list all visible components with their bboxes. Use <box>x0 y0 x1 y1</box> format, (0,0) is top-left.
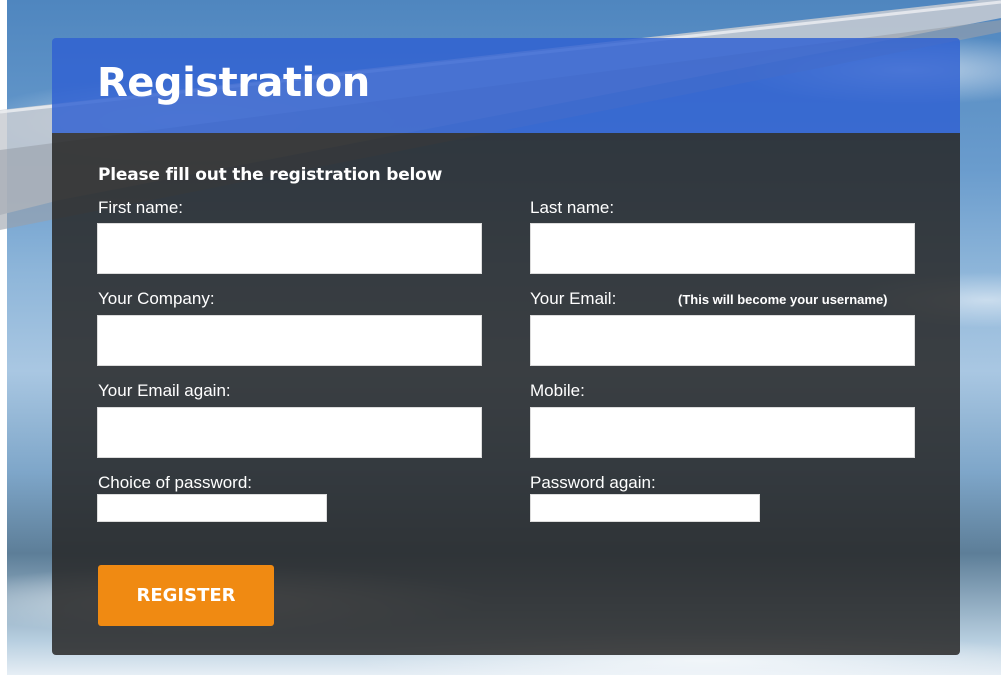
company-field[interactable] <box>97 315 482 366</box>
password-field[interactable] <box>97 494 327 522</box>
last-name-label: Last name: <box>530 198 615 217</box>
page: Registration Please fill out the registr… <box>0 0 1001 681</box>
last-name-field[interactable] <box>530 223 915 274</box>
email-again-field[interactable] <box>97 407 482 458</box>
password-again-label: Password again: <box>530 473 656 492</box>
password-again-field[interactable] <box>530 494 760 522</box>
password-label: Choice of password: <box>98 473 253 492</box>
page-title: Registration <box>97 60 370 106</box>
email-username-note: (This will become your username) <box>678 292 888 307</box>
form-subtitle: Please fill out the registration below <box>98 165 443 185</box>
mobile-field[interactable] <box>530 407 915 458</box>
company-label: Your Company: <box>98 289 215 308</box>
first-name-label: First name: <box>98 198 184 217</box>
email-again-label: Your Email again: <box>98 381 231 400</box>
registration-panel: Registration Please fill out the registr… <box>52 38 960 655</box>
email-label: Your Email: <box>530 289 617 308</box>
email-field[interactable] <box>530 315 915 366</box>
mobile-label: Mobile: <box>530 381 585 400</box>
register-button[interactable]: REGISTER <box>98 565 274 626</box>
first-name-field[interactable] <box>97 223 482 274</box>
